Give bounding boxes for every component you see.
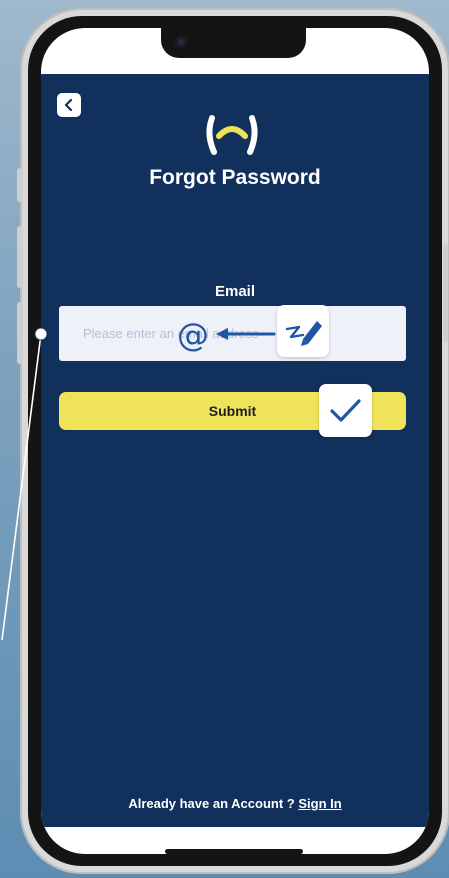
callout-line — [1, 327, 48, 641]
